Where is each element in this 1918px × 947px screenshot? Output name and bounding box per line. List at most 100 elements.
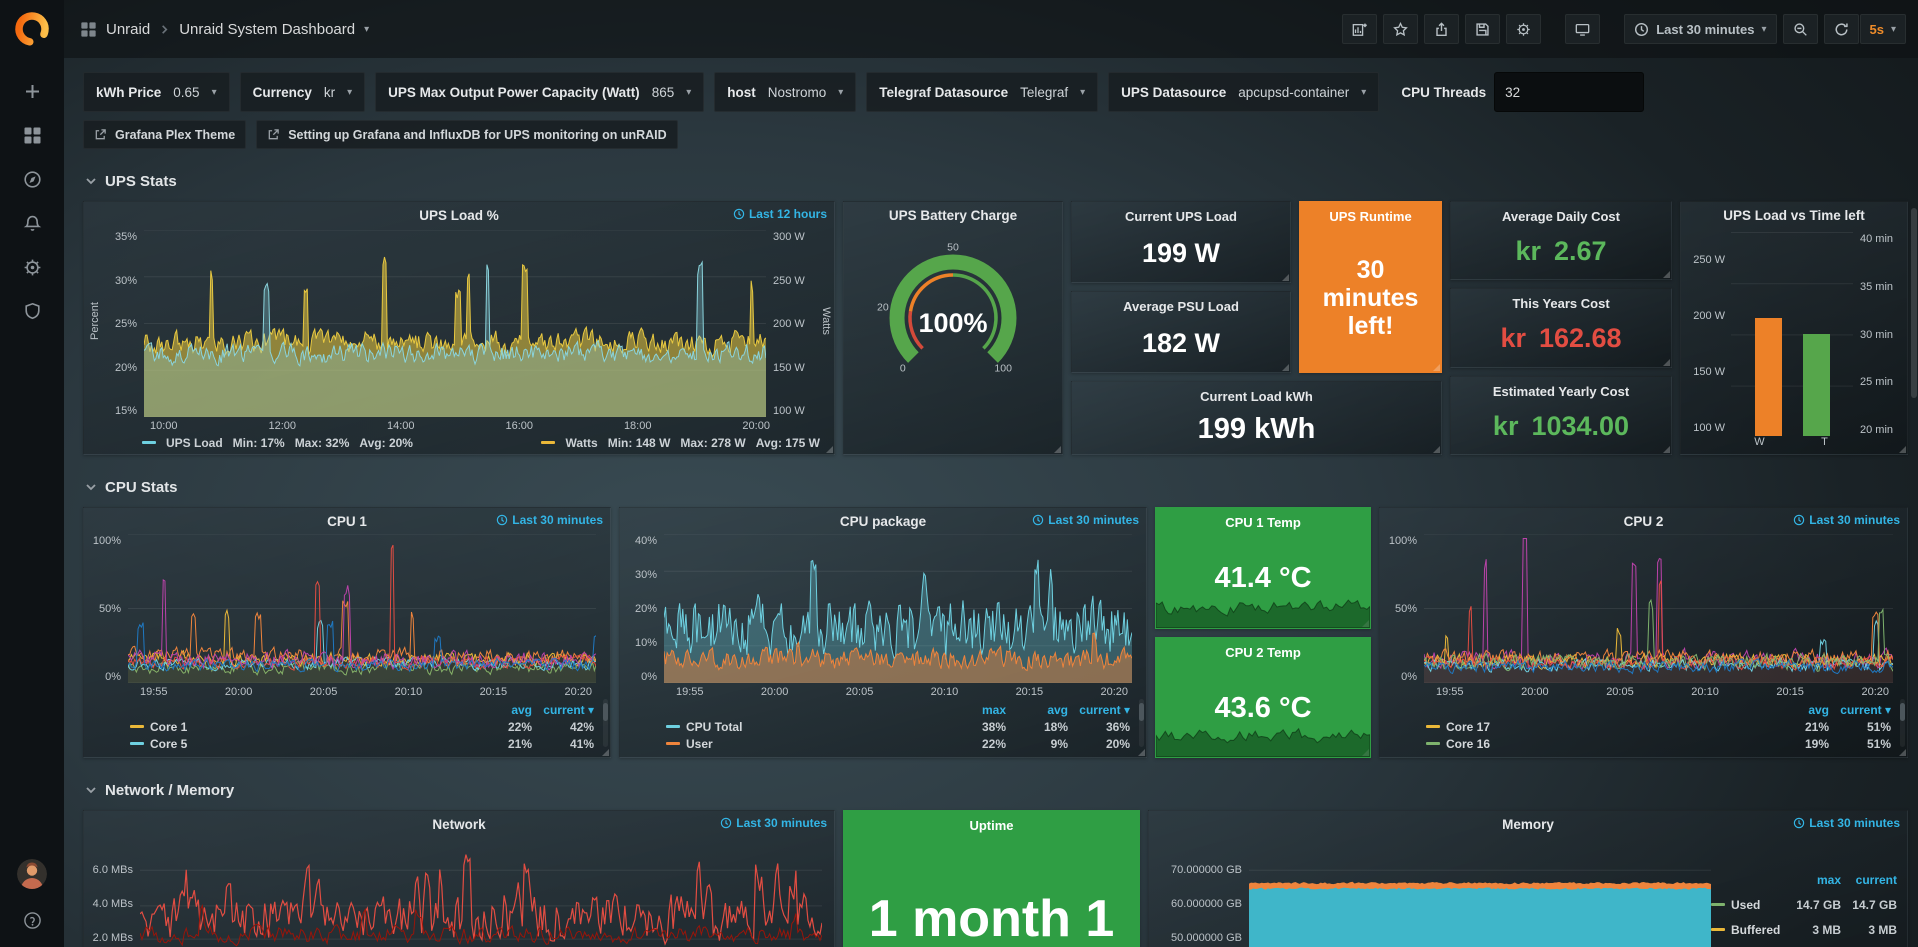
dashboard-scrollbar[interactable] bbox=[1911, 58, 1917, 947]
variable-telegraf-datasource[interactable]: Telegraf Datasource Telegraf ▾ bbox=[866, 72, 1098, 112]
dashboard-link-ups-monitoring[interactable]: Setting up Grafana and InfluxDB for UPS … bbox=[256, 120, 677, 149]
bar-T[interactable] bbox=[1803, 334, 1830, 436]
stat-title[interactable]: Current Load kWh bbox=[1200, 389, 1313, 404]
panel-title[interactable]: Network bbox=[432, 817, 485, 832]
panel-time-badge[interactable]: Last 30 minutes bbox=[1793, 513, 1900, 527]
legend-value: 14.7 GB bbox=[1785, 898, 1841, 912]
dashboards-icon[interactable] bbox=[0, 113, 64, 157]
variable-value[interactable]: kr bbox=[324, 85, 335, 100]
panel-time-badge[interactable]: Last 12 hours bbox=[733, 207, 827, 221]
section-header-cpu-stats[interactable]: CPU Stats bbox=[85, 477, 1908, 497]
save-button[interactable] bbox=[1465, 14, 1500, 44]
chart-plot[interactable] bbox=[128, 534, 596, 683]
panel-time-badge[interactable]: Last 30 minutes bbox=[1032, 513, 1139, 527]
breadcrumb-app[interactable]: Unraid bbox=[106, 21, 150, 38]
legend-sort-avg[interactable]: avg bbox=[1006, 703, 1068, 717]
server-admin-shield-icon[interactable] bbox=[0, 289, 64, 333]
explore-compass-icon[interactable] bbox=[0, 157, 64, 201]
stat-value: 199 W bbox=[1142, 224, 1220, 282]
star-button[interactable] bbox=[1383, 14, 1418, 44]
user-avatar[interactable] bbox=[17, 859, 47, 889]
bar-chart-plot[interactable] bbox=[1731, 232, 1853, 436]
panel-time-badge[interactable]: Last 30 minutes bbox=[496, 513, 603, 527]
chart-plot[interactable] bbox=[140, 837, 822, 947]
section-header-network-memory[interactable]: Network / Memory bbox=[85, 780, 1908, 800]
alerting-bell-icon[interactable] bbox=[0, 201, 64, 245]
legend-row[interactable]: Core 122%42% bbox=[130, 718, 594, 735]
legend-row[interactable]: CPU Total38%18%36% bbox=[666, 718, 1130, 735]
panel-title[interactable]: UPS Load vs Time left bbox=[1723, 208, 1865, 223]
legend-scrollbar[interactable] bbox=[603, 699, 608, 747]
breadcrumb[interactable]: Unraid Unraid System Dashboard ▾ bbox=[80, 21, 369, 38]
panel-title[interactable]: CPU 1 bbox=[327, 514, 367, 529]
scrollbar-thumb[interactable] bbox=[1911, 208, 1917, 398]
grafana-logo-icon[interactable] bbox=[12, 9, 52, 49]
variable-value[interactable]: apcupsd-container bbox=[1238, 85, 1349, 100]
variable-currency[interactable]: Currency kr ▾ bbox=[240, 72, 366, 112]
legend-sort-max[interactable]: max bbox=[1785, 873, 1841, 887]
bar-W[interactable] bbox=[1755, 318, 1782, 436]
panel-title[interactable]: CPU 2 bbox=[1624, 514, 1664, 529]
legend-item[interactable]: WattsMin: 148 WMax: 278 WAvg: 175 W bbox=[541, 436, 820, 450]
panel-title[interactable]: Memory bbox=[1502, 817, 1554, 832]
share-button[interactable] bbox=[1424, 14, 1459, 44]
variable-ups-max-output[interactable]: UPS Max Output Power Capacity (Watt) 865… bbox=[375, 72, 704, 112]
legend-sort-current[interactable]: current bbox=[1841, 873, 1897, 887]
panel-title[interactable]: CPU package bbox=[840, 514, 926, 529]
legend-sort-current[interactable]: current ▾ bbox=[532, 703, 594, 717]
cycle-view-mode-button[interactable] bbox=[1565, 14, 1600, 44]
legend-row[interactable]: Buffered3 MB3 MB bbox=[1711, 917, 1897, 942]
legend-sort-max[interactable]: max bbox=[944, 703, 1006, 717]
stat-title[interactable]: This Years Cost bbox=[1512, 296, 1609, 311]
dashboard-settings-button[interactable] bbox=[1506, 14, 1541, 44]
add-panel-button[interactable] bbox=[1342, 14, 1377, 44]
stat-title[interactable]: Average PSU Load bbox=[1123, 299, 1239, 314]
legend-sort-avg[interactable]: avg bbox=[1767, 703, 1829, 717]
legend-scrollbar[interactable] bbox=[1139, 699, 1144, 747]
variable-kwh-price[interactable]: kWh Price 0.65 ▾ bbox=[83, 72, 230, 112]
configuration-gear-icon[interactable] bbox=[0, 245, 64, 289]
stat-title[interactable]: CPU 1 Temp bbox=[1225, 515, 1301, 530]
variable-ups-datasource[interactable]: UPS Datasource apcupsd-container ▾ bbox=[1108, 72, 1379, 112]
section-header-ups-stats[interactable]: UPS Stats bbox=[85, 171, 1908, 191]
refresh-interval-picker[interactable]: 5s ▾ bbox=[1860, 14, 1907, 44]
dashboard-title[interactable]: Unraid System Dashboard bbox=[179, 21, 355, 38]
panel-title[interactable]: UPS Load % bbox=[419, 208, 499, 223]
dashboard-link-plex-theme[interactable]: Grafana Plex Theme bbox=[83, 120, 246, 149]
chart-plot[interactable] bbox=[1249, 837, 1711, 947]
stat-title[interactable]: UPS Runtime bbox=[1329, 209, 1411, 224]
panel-title[interactable]: UPS Battery Charge bbox=[889, 208, 1017, 223]
stat-title[interactable]: Average Daily Cost bbox=[1502, 209, 1620, 224]
help-icon[interactable] bbox=[0, 905, 64, 935]
legend-row[interactable]: User22%9%20% bbox=[666, 735, 1130, 752]
stat-title[interactable]: Current UPS Load bbox=[1125, 209, 1237, 224]
time-range-picker[interactable]: Last 30 minutes ▾ bbox=[1624, 14, 1776, 44]
legend-row[interactable]: Core 1619%51% bbox=[1426, 735, 1891, 752]
legend-sort-current[interactable]: current ▾ bbox=[1068, 703, 1130, 717]
stat-title[interactable]: Estimated Yearly Cost bbox=[1493, 384, 1629, 399]
legend-row[interactable]: Core 1721%51% bbox=[1426, 718, 1891, 735]
chart-plot[interactable] bbox=[144, 230, 766, 417]
zoom-out-button[interactable] bbox=[1783, 14, 1818, 44]
variable-host[interactable]: host Nostromo ▾ bbox=[714, 72, 856, 112]
panel-time-badge[interactable]: Last 30 minutes bbox=[1793, 816, 1900, 830]
variable-value[interactable]: 865 bbox=[652, 85, 675, 100]
stat-title[interactable]: Uptime bbox=[969, 818, 1013, 833]
stat-title[interactable]: CPU 2 Temp bbox=[1225, 645, 1301, 660]
variable-value[interactable]: Telegraf bbox=[1020, 85, 1068, 100]
chart-plot[interactable] bbox=[664, 534, 1132, 683]
legend-row[interactable]: Used14.7 GB14.7 GB bbox=[1711, 892, 1897, 917]
chart-plot[interactable] bbox=[1424, 534, 1893, 683]
legend-scrollbar[interactable] bbox=[1900, 699, 1905, 747]
refresh-button[interactable] bbox=[1824, 14, 1859, 44]
cpu-threads-input[interactable] bbox=[1494, 72, 1644, 112]
legend-row[interactable]: Core 521%41% bbox=[130, 735, 594, 752]
variable-value[interactable]: 0.65 bbox=[173, 85, 199, 100]
variable-value[interactable]: Nostromo bbox=[768, 85, 827, 100]
panel-time-badge[interactable]: Last 30 minutes bbox=[720, 816, 827, 830]
legend-sort-current[interactable]: current ▾ bbox=[1829, 703, 1891, 717]
battery-gauge[interactable]: 02050100 100% bbox=[844, 228, 1062, 454]
legend-item[interactable]: UPS LoadMin: 17%Max: 32%Avg: 20% bbox=[142, 436, 413, 450]
legend-sort-avg[interactable]: avg bbox=[470, 703, 532, 717]
create-plus-icon[interactable] bbox=[0, 69, 64, 113]
